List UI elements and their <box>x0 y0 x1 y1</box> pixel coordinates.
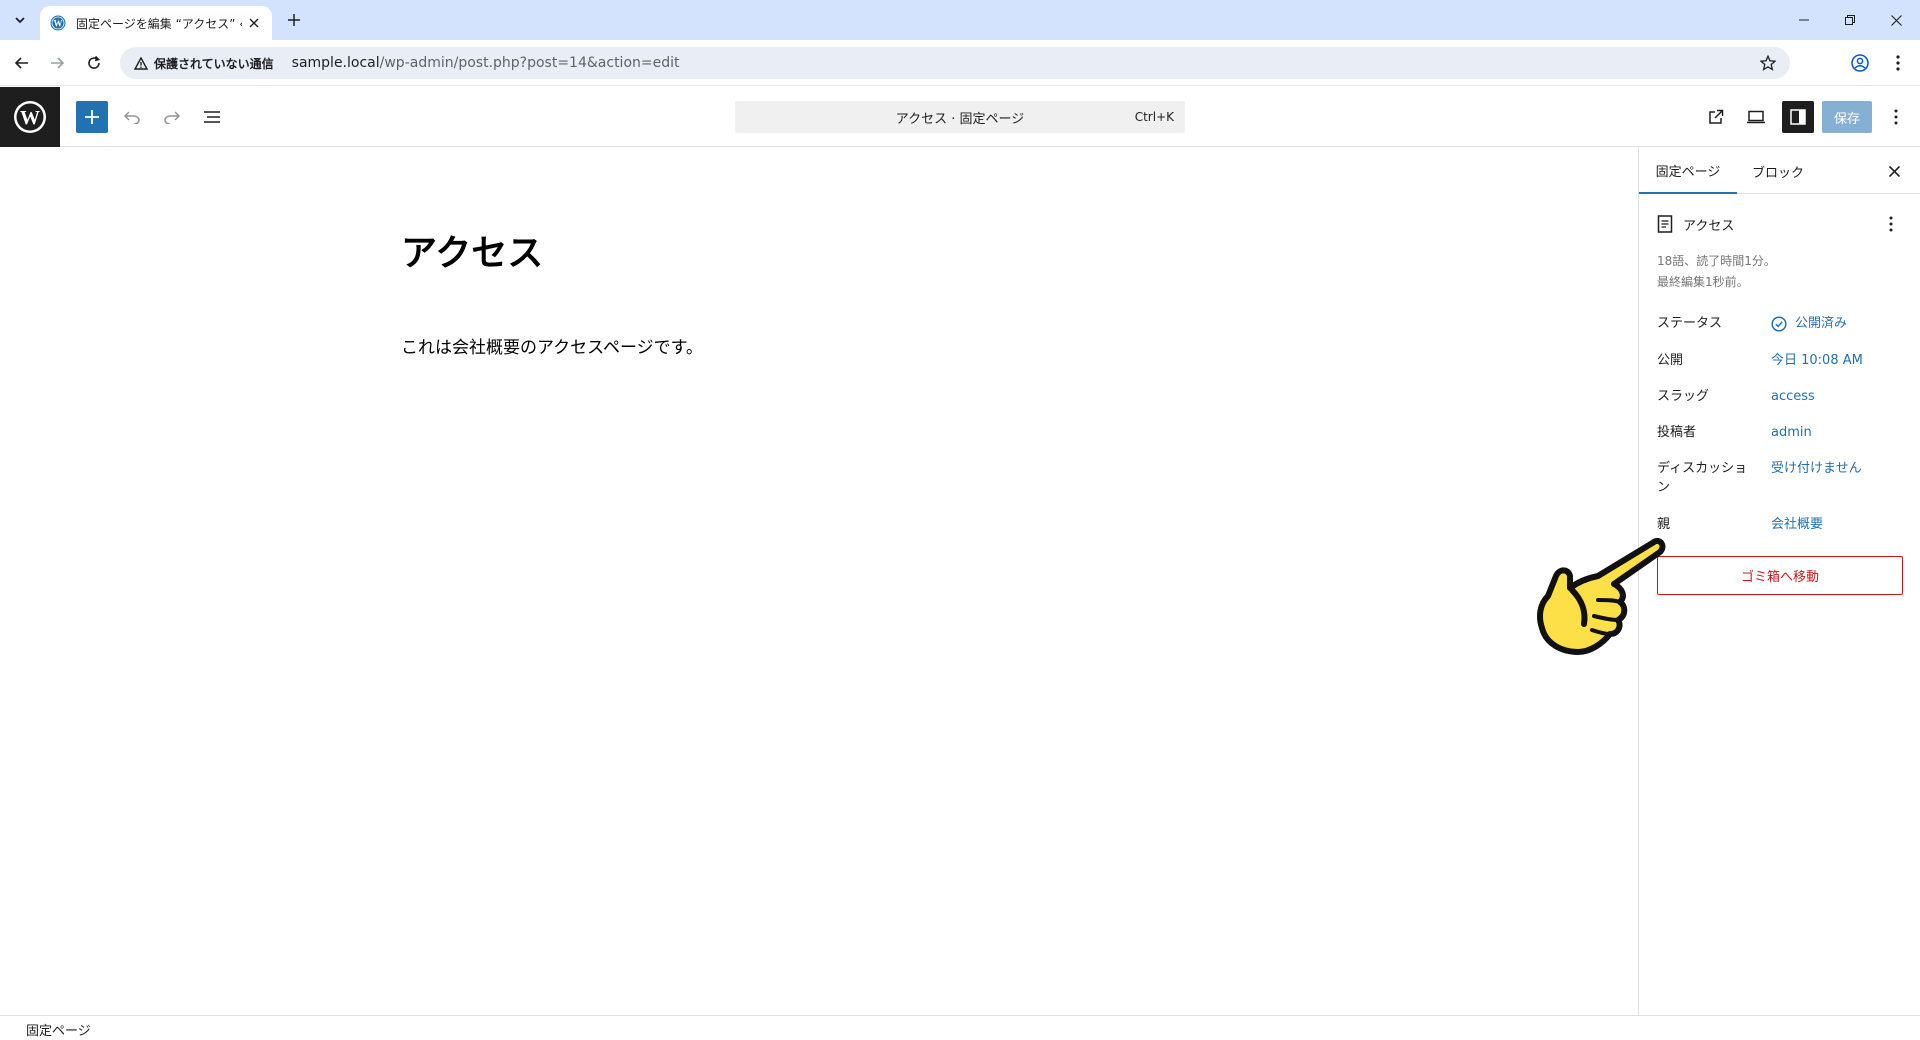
list-view-icon <box>204 111 220 123</box>
reload-button[interactable] <box>80 49 108 77</box>
parent-label: 親 <box>1657 517 1671 532</box>
tab-search-button[interactable] <box>8 8 32 32</box>
redo-icon <box>164 111 181 124</box>
star-icon <box>1760 55 1776 71</box>
warning-icon <box>134 56 148 70</box>
back-button[interactable] <box>8 49 36 77</box>
window-close-button[interactable] <box>1873 0 1919 40</box>
word-count-text: 18語、読了時間1分。 <box>1657 254 1776 268</box>
plus-icon <box>85 110 99 124</box>
security-label: 保護されていない通信 <box>154 56 274 71</box>
block-breadcrumb[interactable]: 固定ページ <box>26 1020 91 1039</box>
last-edited-text: 最終編集1秒前。 <box>1657 275 1749 289</box>
more-vertical-icon <box>1894 109 1898 125</box>
close-sidebar-button[interactable] <box>1882 159 1906 183</box>
tab-page[interactable]: 固定ページ <box>1639 148 1737 194</box>
minimize-button[interactable] <box>1781 0 1827 40</box>
close-icon <box>1888 165 1900 177</box>
pointing-hand-icon <box>1537 538 1666 655</box>
document-overview-button[interactable] <box>196 101 228 133</box>
browser-toolbar: 保護されていない通信 sample.local/wp-admin/post.ph… <box>0 40 1920 86</box>
forward-button[interactable] <box>43 49 71 77</box>
editor-header: W アクセス · 固定ページ Ctrl+K 保存 <box>0 87 1920 147</box>
discussion-label: ディスカッション <box>1657 461 1748 495</box>
sidebar-icon <box>1790 109 1806 125</box>
author-label: 投稿者 <box>1657 425 1697 440</box>
arrow-right-icon <box>51 57 65 69</box>
chevron-down-icon <box>15 17 25 24</box>
settings-sidebar: 固定ページ ブロック アクセス 18語、読了時間1分。 最終編集1秒前。 ステー… <box>1638 148 1920 1015</box>
close-icon <box>249 18 259 28</box>
document-stats: 18語、読了時間1分。 最終編集1秒前。 <box>1657 251 1776 293</box>
slug-button[interactable]: access <box>1771 387 1815 406</box>
new-tab-button[interactable] <box>282 8 306 32</box>
paragraph-block[interactable]: これは会社概要のアクセスページです。 <box>401 333 703 358</box>
sidebar-tabs: 固定ページ ブロック <box>1639 148 1920 194</box>
restore-button[interactable] <box>1827 0 1873 40</box>
status-label: ステータス <box>1657 316 1723 331</box>
options-button[interactable] <box>1880 101 1912 133</box>
wordpress-logo-icon: W <box>14 101 46 133</box>
profile-button[interactable] <box>1848 51 1872 75</box>
command-palette-bar[interactable]: アクセス · 固定ページ Ctrl+K <box>735 101 1185 133</box>
document-card-header: アクセス <box>1657 212 1903 236</box>
url-text: sample.local/wp-admin/post.php?post=14&a… <box>292 55 680 71</box>
wordpress-logo-button[interactable]: W <box>0 87 60 147</box>
editor-footer: 固定ページ <box>0 1015 1920 1040</box>
save-button[interactable]: 保存 <box>1822 101 1872 133</box>
svg-text:W: W <box>20 107 40 129</box>
wordpress-favicon-icon: W <box>50 15 66 31</box>
close-icon <box>1890 14 1902 26</box>
plus-icon <box>288 14 300 26</box>
preview-button[interactable] <box>1740 101 1772 133</box>
more-vertical-icon <box>1896 55 1900 71</box>
published-check-icon <box>1771 315 1787 332</box>
discussion-button[interactable]: 受け付けません <box>1771 459 1862 478</box>
slug-label: スラッグ <box>1657 389 1710 404</box>
bookmark-button[interactable] <box>1756 51 1780 75</box>
tab-block[interactable]: ブロック <box>1737 148 1819 194</box>
chrome-menu-button[interactable] <box>1886 51 1910 75</box>
undo-icon <box>123 111 140 124</box>
minimize-icon <box>1799 19 1809 21</box>
svg-text:W: W <box>54 19 63 29</box>
url-path: /wp-admin/post.php?post=14&action=edit <box>379 55 680 71</box>
more-vertical-icon <box>1889 216 1893 232</box>
document-actions-button[interactable] <box>1879 212 1903 236</box>
view-page-button[interactable] <box>1700 101 1732 133</box>
settings-toggle-button[interactable] <box>1782 101 1814 133</box>
publish-date-button[interactable]: 今日 10:08 AM <box>1771 351 1863 370</box>
redo-button[interactable] <box>156 101 188 133</box>
account-icon <box>1851 54 1869 72</box>
post-title[interactable]: アクセス <box>401 224 543 276</box>
document-title-label: アクセス · 固定ページ <box>895 111 1025 127</box>
block-inserter-button[interactable] <box>76 101 108 133</box>
tab-title: 固定ページを編集 “アクセス” ‹ sample <box>76 16 242 31</box>
arrow-left-icon <box>14 57 28 69</box>
address-bar[interactable]: 保護されていない通信 sample.local/wp-admin/post.ph… <box>120 47 1790 79</box>
editor-canvas[interactable]: アクセス これは会社概要のアクセスページです。 <box>0 148 1638 1015</box>
external-link-icon <box>1709 109 1724 124</box>
status-value: 公開済み <box>1795 316 1848 331</box>
browser-tabstrip: W 固定ページを編集 “アクセス” ‹ sample <box>0 0 1920 40</box>
author-button[interactable]: admin <box>1771 423 1812 442</box>
url-host: sample.local <box>291 55 380 71</box>
move-to-trash-button[interactable]: ゴミ箱へ移動 <box>1657 556 1903 595</box>
browser-tab-active[interactable]: W 固定ページを編集 “アクセス” ‹ sample <box>40 6 272 40</box>
document-name: アクセス <box>1683 218 1735 234</box>
security-indicator[interactable]: 保護されていない通信 <box>126 50 282 76</box>
reload-icon <box>88 55 101 69</box>
parent-page-button[interactable]: 会社概要 <box>1771 515 1823 534</box>
desktop-icon <box>1747 110 1765 124</box>
undo-button[interactable] <box>116 101 148 133</box>
restore-icon <box>1845 15 1855 25</box>
page-icon <box>1657 215 1673 233</box>
status-value-button[interactable]: 公開済み <box>1771 314 1847 333</box>
publish-label: 公開 <box>1657 353 1684 368</box>
tab-close-button[interactable] <box>246 15 262 31</box>
command-shortcut: Ctrl+K <box>1134 110 1174 124</box>
